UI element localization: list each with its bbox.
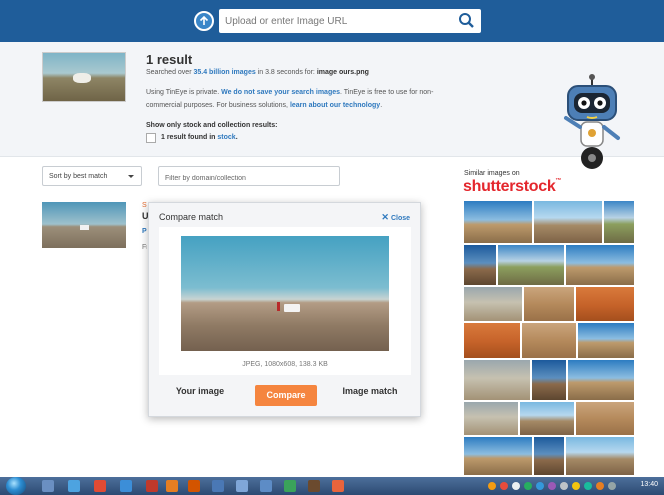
shutterstock-logo[interactable]: shutterstock™ [463, 178, 561, 196]
match-result-thumbnail[interactable] [42, 202, 126, 248]
domain-filter-field [158, 166, 340, 188]
domain-filter-input[interactable] [159, 169, 329, 188]
similar-image[interactable] [566, 245, 634, 285]
tray-icon[interactable] [596, 482, 604, 490]
similar-image[interactable] [520, 402, 574, 435]
start-button[interactable] [6, 477, 26, 495]
similar-image[interactable] [604, 201, 634, 243]
chrome-icon[interactable] [94, 480, 106, 492]
compare-image-panel: JPEG, 1080x608, 138.3 KB [159, 227, 411, 375]
result-meta-fragment: Fi [142, 244, 147, 251]
browser-icon[interactable] [120, 480, 132, 492]
similar-image[interactable] [532, 360, 566, 400]
stock-filter-heading: Show only stock and collection results: [146, 122, 278, 129]
image-url-input[interactable] [225, 12, 450, 30]
result-link-fragment: P [142, 228, 147, 235]
top-bar [0, 0, 664, 42]
result-count: 1 result [146, 52, 193, 67]
tray-icon[interactable] [572, 482, 580, 490]
matched-image [181, 236, 389, 351]
similar-image[interactable] [568, 360, 634, 400]
app-icon[interactable] [236, 480, 248, 492]
sort-dropdown[interactable]: Sort by best match [42, 166, 142, 186]
privacy-notice: Using TinEye is private. We do not save … [146, 89, 434, 109]
close-icon: ✕ [381, 212, 389, 222]
tab-compare[interactable]: Compare [255, 385, 317, 406]
tab-your-image[interactable]: Your image [159, 386, 241, 396]
similar-image[interactable] [534, 437, 564, 475]
technology-link[interactable]: learn about our technology [290, 102, 380, 109]
app-icon[interactable] [308, 480, 320, 492]
search-box [219, 9, 481, 33]
upload-button[interactable] [194, 11, 214, 31]
close-button[interactable]: ✕ Close [381, 212, 410, 223]
chevron-down-icon [128, 175, 134, 178]
similar-images-heading: Similar images on [464, 170, 520, 177]
ie-icon[interactable] [68, 480, 80, 492]
search-icon[interactable] [458, 12, 475, 29]
tray-icon[interactable] [524, 482, 532, 490]
tray-icon[interactable] [536, 482, 544, 490]
app-icon[interactable] [188, 480, 200, 492]
tray-icon[interactable] [512, 482, 520, 490]
tray-icon[interactable] [608, 482, 616, 490]
similar-image[interactable] [498, 245, 564, 285]
similar-image[interactable] [464, 437, 532, 475]
app-icon[interactable] [146, 480, 158, 492]
app-icon[interactable] [212, 480, 224, 492]
similar-image[interactable] [464, 245, 496, 285]
windows-taskbar: 13:40 [0, 477, 664, 495]
similar-image[interactable] [576, 287, 634, 321]
tray-icon[interactable] [500, 482, 508, 490]
similar-image[interactable] [464, 323, 520, 358]
privacy-link[interactable]: We do not save your search images [221, 89, 340, 96]
similar-image[interactable] [464, 402, 518, 435]
stock-link[interactable]: stock [217, 134, 235, 141]
stock-filter-label: 1 result found in stock. [161, 134, 238, 141]
similar-image[interactable] [464, 201, 532, 243]
arrow-up-icon [199, 15, 209, 25]
similar-image[interactable] [534, 201, 602, 243]
similar-image[interactable] [464, 287, 522, 321]
app-icon[interactable] [284, 480, 296, 492]
app-icon[interactable] [166, 480, 178, 492]
query-image-thumbnail [42, 52, 126, 102]
similar-image[interactable] [522, 323, 576, 358]
result-source-fragment: ST [142, 202, 147, 209]
tray-icon[interactable] [548, 482, 556, 490]
search-stats: Searched over 35.4 billion images in 3.8… [146, 69, 369, 76]
explorer-icon[interactable] [42, 480, 54, 492]
image-metadata: JPEG, 1080x608, 138.3 KB [242, 361, 328, 368]
app-icon[interactable] [260, 480, 272, 492]
tineye-robot-mascot [564, 74, 620, 169]
tray-icon[interactable] [584, 482, 592, 490]
compare-match-dialog: Compare match ✕ Close JPEG, 1080x608, 138… [148, 202, 421, 417]
tab-image-match[interactable]: Image match [329, 386, 411, 396]
similar-image[interactable] [578, 323, 634, 358]
tray-icon[interactable] [488, 482, 496, 490]
similar-image[interactable] [464, 360, 530, 400]
results-summary: 1 result Searched over 35.4 billion imag… [0, 42, 664, 169]
stock-checkbox[interactable] [146, 133, 156, 143]
app-icon[interactable] [332, 480, 344, 492]
system-clock[interactable]: 13:40 [640, 481, 658, 488]
tray-icon[interactable] [560, 482, 568, 490]
similar-image[interactable] [566, 437, 634, 475]
images-count-link[interactable]: 35.4 billion images [193, 69, 255, 76]
sort-label: Sort by best match [49, 173, 108, 180]
dialog-title: Compare match [159, 212, 224, 222]
similar-image[interactable] [576, 402, 634, 435]
similar-image[interactable] [524, 287, 574, 321]
